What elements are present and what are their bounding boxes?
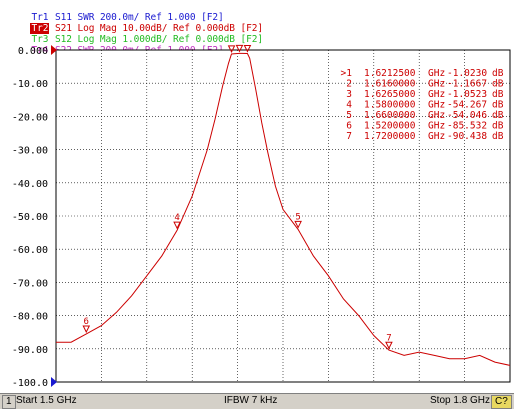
y-tick-label: -20.00: [12, 112, 48, 123]
marker-table-cell: -90.438: [447, 131, 487, 142]
marker-table-cell: 1.6160000: [364, 79, 416, 90]
marker-table-cell: dB: [492, 79, 504, 90]
marker-table-cell: 1.5200000: [364, 121, 416, 132]
marker-table-cell: dB: [492, 68, 504, 79]
marker-label: 2: [229, 44, 234, 47]
y-tick-labels: 0.000 -10.00 -20.00 -30.00 -40.00 -50.00 -60.0…: [12, 46, 48, 389]
trace-header: Tr1 S11 SWR 200.0m/ Ref 1.000 [F2] Tr2 S…: [0, 0, 514, 56]
y-tick-label: -80.00: [12, 312, 48, 323]
y-tick-label: -30.00: [12, 146, 48, 157]
calibration-status[interactable]: C?: [491, 395, 512, 409]
marker-table-cell: 1.5800000: [364, 100, 416, 111]
channel-indicator[interactable]: 1: [2, 395, 16, 409]
marker-table-cell: dB: [492, 121, 504, 132]
y-tick-label: 0.000: [18, 46, 48, 57]
marker-label: 7: [386, 333, 391, 343]
marker-table-cell: 1.6265000: [364, 89, 416, 100]
marker-table-cell: dB: [492, 89, 504, 100]
marker-table-cell: 2: [346, 79, 352, 90]
marker-table-cell: dB: [492, 110, 504, 121]
marker-label: 6: [84, 317, 89, 327]
start-frequency[interactable]: Start 1.5 GHz: [16, 394, 77, 408]
marker-label: 3: [245, 44, 250, 46]
marker-table-cell: -1.0523: [447, 89, 487, 100]
y-tick-label: -70.00: [12, 278, 48, 289]
marker-table-cell: 1.6600000: [364, 110, 416, 121]
marker-table-cell: 4: [346, 100, 352, 111]
y-tick-label: -10.00: [12, 79, 48, 90]
marker-table-cell: -1.0230: [447, 68, 487, 79]
marker-table-cell: -54.267: [447, 100, 487, 111]
trace-1-label[interactable]: Tr1 S11 SWR 200.0m/ Ref 1.000 [F2]: [8, 1, 223, 23]
marker-table-cell: 1.7200000: [364, 131, 416, 142]
trace-2-label[interactable]: Tr2 S21 Log Mag 10.00dB/ Ref 0.000dB [F2…: [8, 12, 263, 34]
marker-table-cell: 7: [346, 131, 352, 142]
marker-table-cell: 3: [346, 89, 352, 100]
marker-table-cell: 6: [346, 121, 352, 132]
marker-table-cell: dB: [492, 131, 504, 142]
chart-plot[interactable]: 0.000 -10.00 -20.00 -30.00 -40.00 -50.00 -60.0…: [0, 44, 514, 393]
y-tick-label: -100.0: [12, 378, 48, 389]
marker-table-cell: GHz: [428, 131, 445, 142]
if-bandwidth[interactable]: IFBW 7 kHz: [224, 394, 277, 408]
marker-table-cell: GHz: [428, 79, 445, 90]
marker-table-cell: GHz: [428, 68, 445, 79]
stop-frequency[interactable]: Stop 1.8 GHz: [430, 394, 490, 408]
marker-table-cell: GHz: [428, 121, 445, 132]
marker-table-cell: -1.1667: [447, 79, 487, 90]
y-tick-label: -50.00: [12, 212, 48, 223]
marker-table-cell: -54.046: [447, 110, 487, 121]
marker-label: 5: [295, 212, 300, 222]
y-tick-label: -60.00: [12, 245, 48, 256]
marker-table-cell: dB: [492, 100, 504, 111]
marker-label: 1: [237, 44, 242, 46]
marker-table-cell: GHz: [428, 110, 445, 121]
y-tick-label: -40.00: [12, 179, 48, 190]
marker-table-cell: 1.6212500: [364, 68, 416, 79]
y-tick-label: -90.00: [12, 345, 48, 356]
marker-label: 4: [174, 213, 179, 223]
marker-table-cell: >1: [341, 68, 353, 79]
marker-table-cell: -85.532: [447, 121, 487, 132]
status-bar: 1 Start 1.5 GHz IFBW 7 kHz Stop 1.8 GHz …: [0, 393, 514, 409]
marker-table-cell: 5: [346, 110, 352, 121]
trace-3-label[interactable]: Tr3 S12 Log Mag 1.000dB/ Ref 0.000dB [F2…: [8, 23, 263, 45]
marker-table-cell: GHz: [428, 100, 445, 111]
marker-table-cell: GHz: [428, 89, 445, 100]
